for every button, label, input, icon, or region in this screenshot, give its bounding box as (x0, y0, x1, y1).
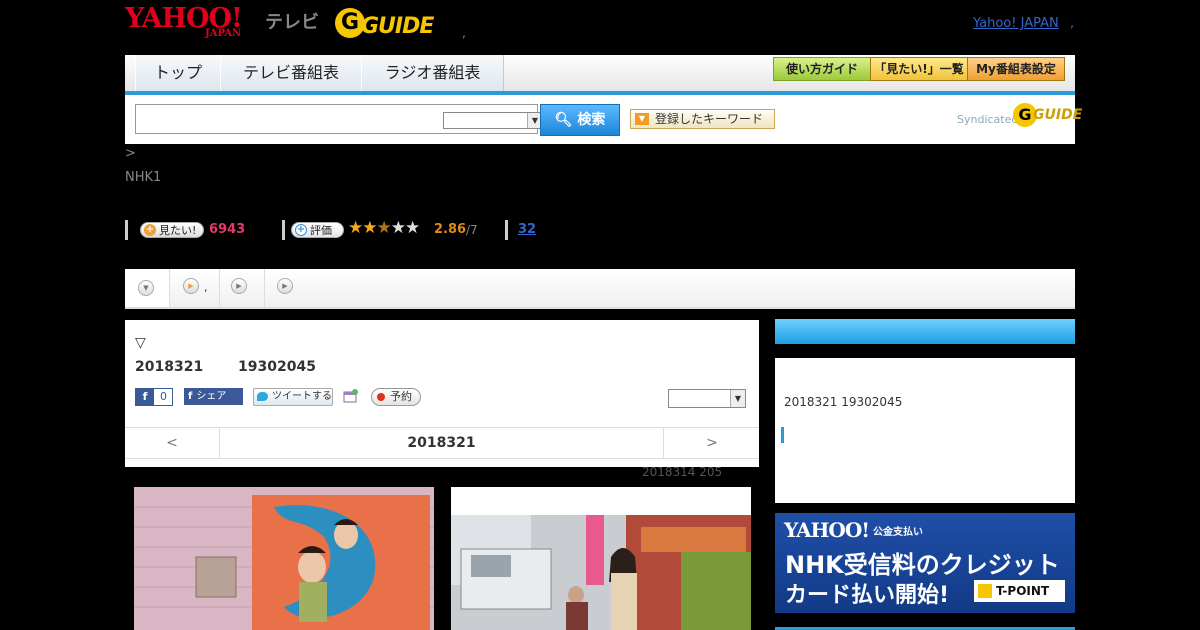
tab-section-2-label: , (204, 281, 208, 294)
sidebar-subheader (775, 344, 1075, 358)
sidebar-date-time: 2018321 19302045 (784, 395, 903, 409)
tpoint-badge: T-POINT (974, 580, 1065, 602)
channel-name: NHK1 (125, 170, 162, 185)
content-tabs: ▼ ▶ , ▶ ▶ (125, 269, 1075, 309)
sidebar-program-box: 2018321 19302045 (775, 319, 1075, 503)
mitai-list-button[interactable]: 「見たい!」一覧 (870, 57, 968, 81)
chevron-down-icon: ▼ (730, 390, 745, 407)
search-icon: 🔍︎ (554, 112, 573, 128)
tpoint-label: T-POINT (996, 584, 1050, 598)
my-listing-settings-button[interactable]: My番組表設定 (967, 57, 1065, 81)
facebook-icon: f (136, 389, 154, 405)
rate-label: 評価 (310, 224, 332, 237)
rate-button[interactable]: + 評価 (291, 222, 344, 238)
yahoo-japan-link[interactable]: Yahoo! JAPAN (973, 16, 1059, 31)
search-button-label: 検索 (577, 112, 606, 128)
main-nav: トップ テレビ番組表 ラジオ番組表 使い方ガイド 「見たい!」一覧 My番組表設… (125, 55, 1075, 95)
tab-tv-listings[interactable]: テレビ番組表 (220, 55, 362, 91)
triangle-down-icon: ▼ (635, 113, 649, 125)
update-note: 2018314 205 (642, 465, 723, 479)
plus-icon: + (295, 224, 307, 236)
program-photo-2[interactable] (451, 487, 751, 630)
record-dot-icon (377, 393, 385, 401)
gguide-logo[interactable]: G GUIDE (335, 8, 434, 40)
recorder-select[interactable]: ▼ (668, 389, 746, 408)
date-pager: < 2018321 > (125, 427, 759, 459)
tweet-button[interactable]: ツイートする (253, 388, 333, 406)
calendar-add-icon[interactable] (343, 388, 359, 404)
sidebar-accent-bar (781, 427, 784, 443)
syndicated-label: Syndicated (957, 113, 1019, 126)
play-icon: ▶ (231, 278, 247, 294)
breadcrumb[interactable]: > (125, 146, 136, 161)
tweet-label: ツイートする (272, 391, 332, 402)
header-separator: , (462, 26, 466, 40)
star-icon: ★ (348, 218, 363, 238)
star-half-icon: ★ (376, 218, 392, 238)
play-icon: ▶ (277, 278, 293, 294)
facebook-like-button[interactable]: f 0 (135, 388, 173, 406)
facebook-icon: f (188, 391, 193, 402)
search-button[interactable]: 🔍︎ 検索 (540, 104, 620, 136)
program-marker: ▽ (135, 335, 146, 351)
rating-max: /7 (466, 223, 478, 237)
twitter-bird-icon (257, 392, 268, 401)
star-empty-icon: ★ (390, 218, 406, 238)
sidebar-header (775, 319, 1075, 344)
program-photo-1[interactable] (134, 487, 434, 630)
saved-keywords-label: 登録したキーワード (655, 112, 764, 126)
nhk-fee-ad-banner[interactable]: YAHOO! 公金支払い NHK受信料のクレジット カード払い開始! T-POI… (775, 513, 1075, 613)
prev-date-button[interactable]: < (125, 428, 220, 458)
reserve-label: 予約 (390, 390, 412, 403)
facebook-like-count: 0 (160, 390, 167, 403)
pager-date: 2018321 (407, 435, 476, 451)
tab-section-2[interactable]: ▶ , (170, 269, 220, 307)
next-date-button[interactable]: > (663, 428, 760, 458)
star-icon: ★ (362, 218, 377, 238)
play-icon: ▶ (183, 278, 199, 294)
ad-yahoo-logo: YAHOO! (784, 518, 870, 542)
search-category-select[interactable]: ▼ (443, 112, 543, 129)
rating-stars: ★★★★★ (348, 218, 420, 238)
mitai-button[interactable]: + 見たい! (140, 222, 204, 238)
star-empty-icon: ★ (405, 218, 420, 238)
search-bar: ▼ 🔍︎ 検索 ▼ 登録したキーワード Syndicated G GUIDE (125, 95, 1082, 144)
tab-top[interactable]: トップ (135, 55, 221, 91)
program-date: 2018321 (135, 359, 204, 375)
mitai-label: 見たい! (159, 224, 197, 237)
share-label: シェア (196, 391, 227, 402)
search-input[interactable]: ▼ (135, 104, 543, 134)
chevron-down-icon: ▼ (138, 280, 154, 296)
gguide-logo-text: GUIDE (361, 14, 434, 39)
review-count-link[interactable]: 32 (518, 222, 536, 237)
saved-keywords-button[interactable]: ▼ 登録したキーワード (630, 109, 775, 129)
syndicated-logo-text: GUIDE (1033, 107, 1083, 123)
tab-radio-listings[interactable]: ラジオ番組表 (361, 55, 504, 91)
tab-overview[interactable]: ▼ (125, 269, 170, 307)
tpoint-icon (978, 584, 992, 598)
ad-logo-sub: 公金支払い (873, 527, 923, 538)
plus-icon: + (144, 224, 156, 236)
tv-logo-text[interactable]: テレビ (265, 8, 319, 34)
ad-headline-2: カード払い開始! (785, 583, 950, 608)
stat-divider (282, 220, 285, 240)
ad-headline-1: NHK受信料のクレジット (785, 551, 1060, 579)
program-panel: ▽ 2018321 19302045 f 0 f シェア ツイートする 予約 ▼ … (125, 320, 759, 467)
stat-divider (505, 220, 508, 240)
guide-button[interactable]: 使い方ガイド (773, 57, 871, 81)
tab-section-3[interactable]: ▶ (220, 269, 265, 307)
tab-section-4[interactable]: ▶ (265, 269, 309, 307)
yahoo-japan-logo-sub: JAPAN (205, 28, 242, 39)
facebook-share-button[interactable]: f シェア (184, 388, 243, 405)
stat-divider (125, 220, 128, 240)
header-trail: , (1070, 16, 1075, 31)
program-time: 19302045 (238, 359, 316, 375)
reserve-button[interactable]: 予約 (371, 388, 421, 406)
mitai-count: 6943 (209, 222, 246, 237)
rating-value: 2.86 (434, 222, 467, 237)
